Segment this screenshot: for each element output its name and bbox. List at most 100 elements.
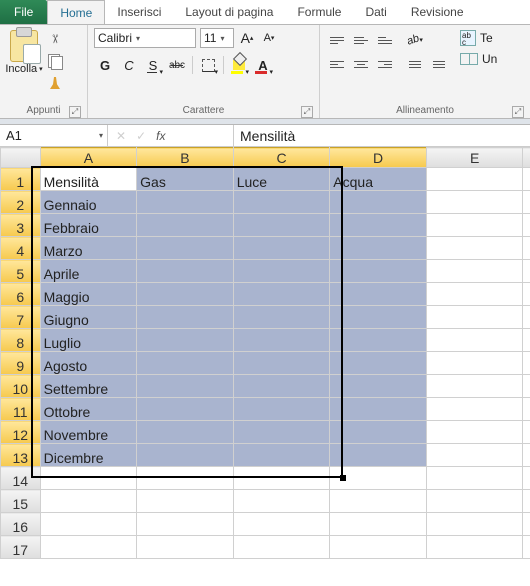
cell-E10[interactable] [426,375,523,398]
cell-A1[interactable]: Mensilità [40,168,137,191]
cell-C8[interactable] [233,329,330,352]
align-left-button[interactable] [326,54,348,74]
tab-layout[interactable]: Layout di pagina [173,0,285,24]
confirm-formula-icon[interactable]: ✓ [136,129,146,143]
indent-increase-button[interactable] [428,54,450,74]
font-size-combo[interactable]: 11▾ [200,28,234,48]
cell-B17[interactable] [137,536,234,559]
row-header-16[interactable]: 16 [1,513,41,536]
cell-E16[interactable] [426,513,523,536]
italic-button[interactable]: C [118,54,140,76]
cell-F3[interactable] [523,214,530,237]
col-header-D[interactable]: D [330,148,427,168]
cell-F14[interactable] [523,467,530,490]
cell-E4[interactable] [426,237,523,260]
worksheet[interactable]: ABCDEF 1MensilitàGasLuceAcqua2Gennaio3Fe… [0,147,530,559]
cell-D10[interactable] [330,375,427,398]
cell-F17[interactable] [523,536,530,559]
cell-B2[interactable] [137,191,234,214]
cell-E9[interactable] [426,352,523,375]
cell-A2[interactable]: Gennaio [40,191,137,214]
cell-A8[interactable]: Luglio [40,329,137,352]
cell-A11[interactable]: Ottobre [40,398,137,421]
font-launcher[interactable]: ⤢ [301,106,313,118]
indent-decrease-button[interactable] [404,54,426,74]
clipboard-launcher[interactable]: ⤢ [69,106,81,118]
merge-button[interactable]: Un [460,52,497,66]
cell-A3[interactable]: Febbraio [40,214,137,237]
cell-F13[interactable] [523,444,530,467]
align-top-button[interactable] [326,30,348,50]
cell-A7[interactable]: Giugno [40,306,137,329]
cell-C12[interactable] [233,421,330,444]
cell-B14[interactable] [137,467,234,490]
cell-C1[interactable]: Luce [233,168,330,191]
cell-D9[interactable] [330,352,427,375]
align-middle-button[interactable] [350,30,372,50]
cell-C4[interactable] [233,237,330,260]
cell-B4[interactable] [137,237,234,260]
cell-D6[interactable] [330,283,427,306]
cell-A12[interactable]: Novembre [40,421,137,444]
shrink-font-button[interactable]: A▾ [260,28,278,48]
col-header-F[interactable]: F [523,148,530,168]
fx-icon[interactable]: fx [156,129,165,143]
row-header-4[interactable]: 4 [1,237,41,260]
cell-B13[interactable] [137,444,234,467]
row-header-10[interactable]: 10 [1,375,41,398]
cell-F15[interactable] [523,490,530,513]
row-header-5[interactable]: 5 [1,260,41,283]
cell-F5[interactable] [523,260,530,283]
cell-A15[interactable] [40,490,137,513]
col-header-C[interactable]: C [233,148,330,168]
cell-F2[interactable] [523,191,530,214]
cell-F10[interactable] [523,375,530,398]
select-all-corner[interactable] [1,148,41,168]
row-header-9[interactable]: 9 [1,352,41,375]
col-header-B[interactable]: B [137,148,234,168]
cell-D5[interactable] [330,260,427,283]
cell-B10[interactable] [137,375,234,398]
cell-D17[interactable] [330,536,427,559]
cell-F16[interactable] [523,513,530,536]
cell-E11[interactable] [426,398,523,421]
formula-input[interactable]: Mensilità [234,125,530,146]
underline-button[interactable]: S▾ [142,54,164,76]
cell-D13[interactable] [330,444,427,467]
cell-D8[interactable] [330,329,427,352]
cell-F12[interactable] [523,421,530,444]
cell-E3[interactable] [426,214,523,237]
cell-E12[interactable] [426,421,523,444]
row-header-8[interactable]: 8 [1,329,41,352]
cell-D11[interactable] [330,398,427,421]
cell-C6[interactable] [233,283,330,306]
cell-B7[interactable] [137,306,234,329]
row-header-2[interactable]: 2 [1,191,41,214]
cell-D3[interactable] [330,214,427,237]
cell-C3[interactable] [233,214,330,237]
cell-C13[interactable] [233,444,330,467]
cell-B5[interactable] [137,260,234,283]
cell-B6[interactable] [137,283,234,306]
cell-D15[interactable] [330,490,427,513]
cell-E8[interactable] [426,329,523,352]
cell-E14[interactable] [426,467,523,490]
cell-C7[interactable] [233,306,330,329]
cell-B15[interactable] [137,490,234,513]
cell-D2[interactable] [330,191,427,214]
cell-A13[interactable]: Dicembre [40,444,137,467]
cell-D4[interactable] [330,237,427,260]
cell-C10[interactable] [233,375,330,398]
row-header-1[interactable]: 1 [1,168,41,191]
border-button[interactable]: ▾ [197,54,219,76]
cell-F6[interactable] [523,283,530,306]
cell-D16[interactable] [330,513,427,536]
cell-F9[interactable] [523,352,530,375]
cell-C5[interactable] [233,260,330,283]
cell-A17[interactable] [40,536,137,559]
font-name-combo[interactable]: Calibri▾ [94,28,196,48]
align-center-button[interactable] [350,54,372,74]
copy-button[interactable] [46,53,64,69]
cell-A16[interactable] [40,513,137,536]
paste-button[interactable]: Incolla▾ [6,28,42,91]
